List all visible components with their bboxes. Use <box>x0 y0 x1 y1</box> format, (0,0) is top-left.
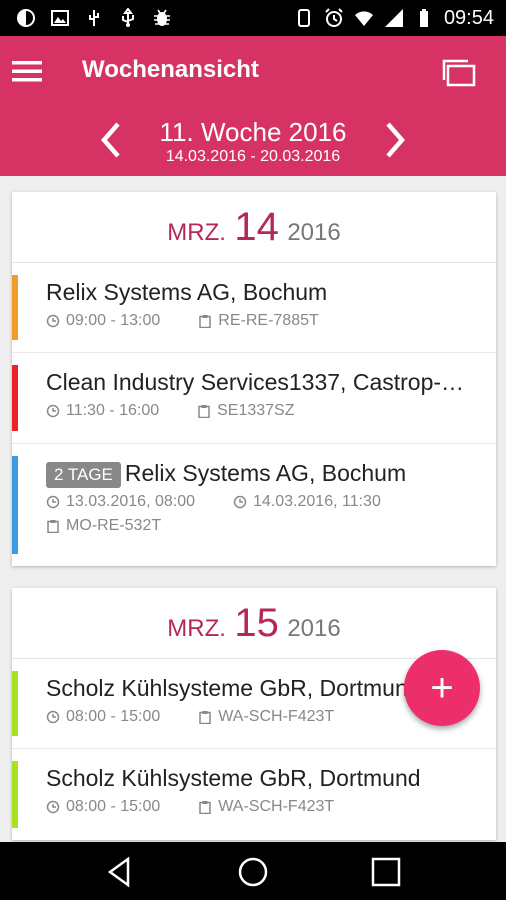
clipboard-icon <box>47 520 59 533</box>
appointment-title: Clean Industry Services1337, Castrop-Rau… <box>46 369 476 395</box>
clock: 09:54 <box>443 7 494 29</box>
page-title: Wochenansicht <box>82 56 259 83</box>
color-bar <box>12 456 18 554</box>
appointment-title: Scholz Kühlsysteme GbR, Dortmund <box>46 765 421 791</box>
bug-icon <box>154 9 170 26</box>
system-nav-bar <box>0 842 506 900</box>
clock-icon <box>46 314 60 328</box>
battery-icon <box>419 9 428 27</box>
home-icon[interactable] <box>237 856 269 888</box>
appointment-ref: WA-SCH-F423T <box>218 708 335 725</box>
appointment-meta: 09:00 - 13:00 RE-RE-7885T <box>46 311 476 331</box>
day-year: 2016 <box>287 219 341 246</box>
appointment-item[interactable]: Scholz Kühlsysteme GbR, Dortmund 08:00 -… <box>12 749 496 840</box>
color-bar <box>12 365 18 431</box>
wifi-icon <box>354 11 373 26</box>
appointment-meta: MO-RE-532T <box>46 516 476 536</box>
app-bar: Wochenansicht 11. Woche 2016 14.03.2016 … <box>0 36 506 176</box>
day-year: 2016 <box>287 615 341 642</box>
appointment-meta: 13.03.2016, 08:00 14.03.2016, 11:30 <box>46 492 476 512</box>
duration-badge: 2 TAGE <box>46 461 121 488</box>
appointment-meta: 11:30 - 16:00 SE1337SZ <box>46 401 476 421</box>
appointment-ref: WA-SCH-F423T <box>218 798 335 815</box>
color-bar <box>12 671 18 736</box>
appointment-start: 13.03.2016, 08:00 <box>66 493 196 510</box>
clock-icon <box>46 495 60 509</box>
back-icon[interactable] <box>104 856 136 888</box>
clipboard-icon <box>199 315 212 328</box>
appointment-end: 14.03.2016, 11:30 <box>253 493 381 510</box>
color-bar <box>12 761 18 828</box>
usb-icon <box>122 8 134 27</box>
clipboard-icon <box>198 405 210 418</box>
usb-debug-icon <box>89 10 99 26</box>
appointment-meta: 08:00 - 15:00 WA-SCH-F423T <box>46 797 476 817</box>
appointment-ref: MO-RE-532T <box>66 517 162 534</box>
appointment-ref: RE-RE-7885T <box>218 312 319 329</box>
status-bar: 09:54 <box>0 0 506 36</box>
appointment-time: 08:00 - 15:00 <box>66 798 161 815</box>
clipboard-icon <box>199 801 212 814</box>
appointment-time: 08:00 - 15:00 <box>66 708 161 725</box>
week-title: 11. Woche 2016 <box>159 117 347 147</box>
day-header: MRZ. 15 2016 <box>12 588 496 659</box>
week-range: 14.03.2016 - 20.03.2016 <box>165 148 341 165</box>
day-month: MRZ. <box>167 615 226 642</box>
alarm-icon <box>325 8 343 27</box>
signal-icon <box>384 9 403 27</box>
appointment-time: 11:30 - 16:00 <box>66 402 160 419</box>
appointment-item[interactable]: Clean Industry Services1337, Castrop-Rau… <box>12 353 496 444</box>
day-number: 14 <box>234 205 279 249</box>
recents-icon[interactable] <box>370 856 402 888</box>
vibrate-icon <box>297 9 310 27</box>
clock-icon <box>46 800 60 814</box>
week-list[interactable]: MRZ. 14 2016 Relix Systems AG, Bochum 09… <box>0 176 506 842</box>
appointment-title-row: 2 TAGE Relix Systems AG, Bochum <box>46 458 476 488</box>
clock-icon <box>46 404 60 418</box>
day-header: MRZ. 14 2016 <box>12 192 496 263</box>
appointment-title: Relix Systems AG, Bochum <box>124 460 407 486</box>
menu-icon[interactable] <box>10 56 46 86</box>
appointment-ref: SE1337SZ <box>217 402 295 419</box>
week-nav: 11. Woche 2016 14.03.2016 - 20.03.2016 <box>0 116 506 166</box>
image-icon <box>51 10 69 26</box>
clock-icon <box>46 710 60 724</box>
day-card: MRZ. 14 2016 Relix Systems AG, Bochum 09… <box>12 192 496 566</box>
appointment-time: 09:00 - 13:00 <box>66 312 161 329</box>
add-appointment-button[interactable]: + <box>404 650 480 726</box>
day-month: MRZ. <box>167 219 226 246</box>
color-bar <box>12 275 18 340</box>
chevron-right-icon[interactable] <box>380 120 410 160</box>
windows-icon[interactable] <box>442 58 478 88</box>
appointment-item[interactable]: 2 TAGE Relix Systems AG, Bochum 13.03.201… <box>12 444 496 566</box>
clipboard-icon <box>199 711 212 724</box>
brightness-icon <box>17 9 35 27</box>
appointment-item[interactable]: Relix Systems AG, Bochum 09:00 - 13:00 R… <box>12 263 496 353</box>
appointment-title: Relix Systems AG, Bochum <box>46 279 328 305</box>
clock-icon <box>233 495 247 509</box>
day-number: 15 <box>234 601 279 645</box>
